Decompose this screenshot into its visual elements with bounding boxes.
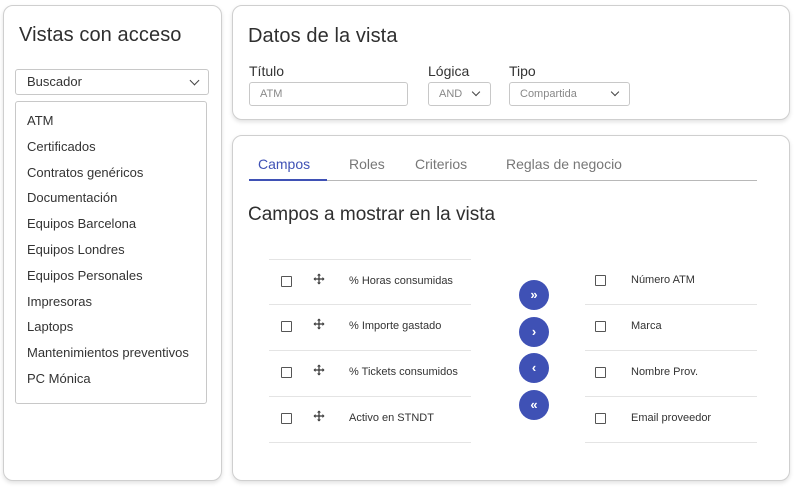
views-panel: Vistas con acceso Buscador ATM Certifica… — [3, 5, 222, 481]
view-item[interactable]: Certificados — [16, 134, 206, 160]
field-checkbox[interactable] — [595, 413, 606, 424]
move-left-button[interactable]: ‹ — [519, 353, 549, 383]
field-label: % Horas consumidas — [349, 275, 453, 287]
views-list[interactable]: ATM Certificados Contratos genéricos Doc… — [15, 101, 207, 404]
tipo-select-value: Compartida — [520, 88, 577, 100]
drag-move-icon[interactable] — [313, 318, 325, 330]
drag-move-icon[interactable] — [313, 273, 325, 285]
tab-roles[interactable]: Roles — [349, 156, 385, 172]
available-fields-list: % Horas consumidas % Importe gastado % T… — [269, 259, 471, 443]
field-checkbox[interactable] — [281, 367, 292, 378]
field-row: Nombre Prov. — [585, 351, 757, 397]
chevron-down-icon — [189, 75, 200, 86]
view-item[interactable]: PC Mónica — [16, 366, 206, 392]
logica-label: Lógica — [428, 63, 470, 79]
field-label: Nombre Prov. — [631, 366, 699, 378]
search-select[interactable]: Buscador — [15, 69, 209, 95]
titulo-label: Título — [249, 63, 285, 79]
field-checkbox[interactable] — [595, 275, 606, 286]
titulo-input[interactable]: ATM — [249, 82, 408, 106]
chevron-down-icon — [610, 87, 620, 97]
fields-panel: Campos Roles Criterios Reglas de negocio… — [232, 135, 790, 481]
tab-bar: Campos Roles Criterios Reglas de negocio — [249, 156, 757, 181]
field-label: Email proveedor — [631, 412, 712, 424]
tipo-select[interactable]: Compartida — [509, 82, 630, 106]
move-all-right-button[interactable]: » — [519, 280, 549, 310]
field-row: Activo en STNDT — [269, 397, 471, 443]
view-data-title: Datos de la vista — [248, 25, 398, 47]
view-item[interactable]: ATM — [16, 108, 206, 134]
tipo-label: Tipo — [509, 63, 536, 79]
field-row: % Tickets consumidos — [269, 351, 471, 397]
view-item[interactable]: Documentación — [16, 185, 206, 211]
field-row: Email proveedor — [585, 397, 757, 443]
field-checkbox[interactable] — [281, 321, 292, 332]
view-item[interactable]: Laptops — [16, 314, 206, 340]
view-item[interactable]: Contratos genéricos — [16, 160, 206, 186]
view-item[interactable]: Impresoras — [16, 289, 206, 315]
field-label: Marca — [631, 320, 662, 332]
field-checkbox[interactable] — [281, 276, 292, 287]
logica-select[interactable]: AND — [428, 82, 491, 106]
active-tab-indicator — [249, 179, 327, 181]
selected-fields-list: Número ATM Marca Nombre Prov. Email prov… — [585, 259, 757, 443]
titulo-input-value: ATM — [260, 88, 283, 100]
tab-campos[interactable]: Campos — [258, 156, 310, 172]
field-label: % Tickets consumidos — [349, 366, 458, 378]
field-row: % Horas consumidas — [269, 259, 471, 305]
move-right-button[interactable]: › — [519, 317, 549, 347]
field-checkbox[interactable] — [281, 413, 292, 424]
search-select-value: Buscador — [27, 74, 82, 89]
field-label: Número ATM — [631, 274, 695, 286]
view-item[interactable]: Equipos Personales — [16, 263, 206, 289]
drag-move-icon[interactable] — [313, 364, 325, 376]
tab-reglas-de-negocio[interactable]: Reglas de negocio — [506, 156, 622, 172]
view-item[interactable]: Equipos Barcelona — [16, 211, 206, 237]
field-row: Marca — [585, 305, 757, 351]
drag-move-icon[interactable] — [313, 410, 325, 422]
field-label: % Importe gastado — [349, 320, 442, 332]
field-label: Activo en STNDT — [349, 412, 434, 424]
tab-criterios[interactable]: Criterios — [415, 156, 467, 172]
view-item[interactable]: Mantenimientos preventivos — [16, 340, 206, 366]
views-panel-title: Vistas con acceso — [19, 24, 182, 46]
field-row: % Importe gastado — [269, 305, 471, 351]
view-item[interactable]: Equipos Londres — [16, 237, 206, 263]
field-checkbox[interactable] — [595, 321, 606, 332]
section-title: Campos a mostrar en la vista — [248, 204, 496, 225]
view-data-panel: Datos de la vista Título ATM Lógica AND … — [232, 5, 790, 120]
logica-select-value: AND — [439, 88, 463, 100]
field-checkbox[interactable] — [595, 367, 606, 378]
move-all-left-button[interactable]: « — [519, 390, 549, 420]
field-row: Número ATM — [585, 259, 757, 305]
chevron-down-icon — [471, 87, 481, 97]
